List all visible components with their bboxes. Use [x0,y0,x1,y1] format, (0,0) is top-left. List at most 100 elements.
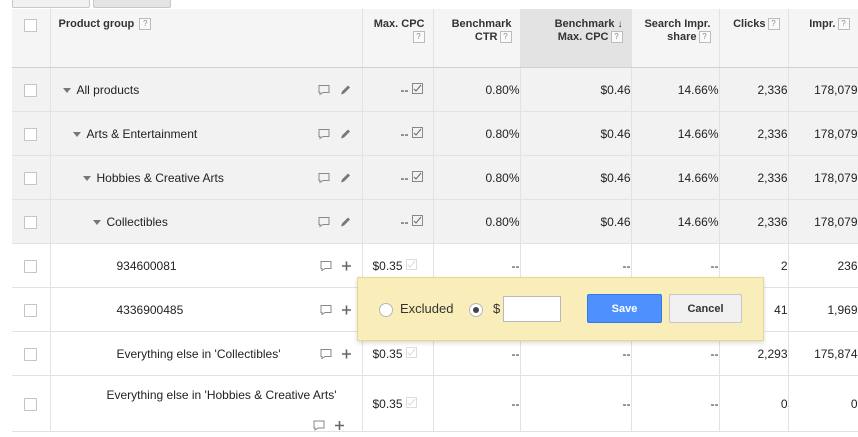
trend-chart-icon[interactable] [411,170,423,185]
help-icon[interactable]: ? [139,18,152,31]
impr-cell: 178,079 [788,67,858,112]
row-checkbox[interactable] [24,397,38,411]
product-group-name[interactable]: Arts & Entertainment [87,127,198,141]
comment-icon[interactable] [313,420,325,431]
comment-icon[interactable] [318,172,330,183]
row-checkbox[interactable] [24,259,38,273]
edit-pencil-icon[interactable] [339,171,352,184]
header-label: Impr. [809,18,836,30]
save-button[interactable]: Save [587,294,662,323]
collapse-triangle-icon[interactable] [72,131,81,137]
excluded-label[interactable]: Excluded [400,301,453,316]
max-cpc-cell[interactable]: $0.35 [362,375,434,432]
comment-icon[interactable] [320,260,332,271]
excluded-radio[interactable] [379,303,393,317]
column-header-impr[interactable]: Impr.? [788,9,858,68]
column-header-product-group[interactable]: Product group ? [50,9,363,68]
trend-chart-icon [405,396,417,411]
product-group-cell: Everything else in 'Collectibles' [50,331,363,376]
toolbar-button[interactable] [12,0,90,8]
product-group-cell: Arts & Entertainment [50,111,363,156]
column-header-max-cpc[interactable]: Max. CPC? [362,9,434,68]
max-cpc-value[interactable]: $0.35 [373,397,403,411]
trend-chart-icon [405,258,417,273]
product-group-name: 4336900485 [116,302,184,317]
benchmark-max-cpc-cell: $0.46 [520,111,632,156]
add-plus-icon[interactable] [341,348,352,359]
toolbar-button[interactable] [93,0,171,8]
impr-cell: 178,079 [788,199,858,244]
add-plus-icon[interactable] [334,420,345,431]
impr-cell: 1,969 [788,287,858,332]
header-label: share [667,31,697,43]
product-group-name[interactable]: Collectibles [107,215,168,229]
comment-icon[interactable] [318,84,330,95]
help-icon[interactable]: ? [698,31,711,44]
row-select [12,375,51,432]
max-cpc-cell: -- [362,199,434,244]
collapse-triangle-icon[interactable] [82,175,91,181]
product-group-name[interactable]: Hobbies & Creative Arts [97,171,224,185]
product-group-cell: All products [50,67,363,112]
max-cpc-cell: -- [362,155,434,200]
row-checkbox[interactable] [24,303,38,317]
add-plus-icon[interactable] [341,304,352,315]
benchmark-max-cpc-cell: $0.46 [520,155,632,200]
bid-amount-input[interactable] [503,296,561,322]
benchmark-ctr-cell: 0.80% [433,199,521,244]
search-impr-share-cell: 14.66% [631,67,720,112]
help-icon[interactable]: ? [610,31,623,44]
row-select [12,331,51,376]
help-icon[interactable]: ? [837,18,850,31]
edit-pencil-icon[interactable] [339,127,352,140]
column-header-search-impr-share[interactable]: Search Impr. share? [631,9,720,68]
add-plus-icon[interactable] [341,260,352,271]
impr-cell: 178,079 [788,111,858,156]
collapse-triangle-icon[interactable] [62,87,71,93]
help-icon[interactable]: ? [499,31,512,44]
edit-pencil-icon[interactable] [339,83,352,96]
column-header-benchmark-max-cpc[interactable]: Benchmark ↓ Max. CPC? [520,9,632,68]
row-checkbox[interactable] [24,347,38,361]
impr-cell: 0 [788,375,858,432]
column-header-benchmark-ctr[interactable]: Benchmark CTR? [433,9,521,68]
max-cpc-value: -- [400,214,409,229]
top-toolbar-edge [0,0,858,9]
edit-pencil-icon[interactable] [339,215,352,228]
select-all-checkbox[interactable] [24,19,38,32]
row-select [12,155,51,200]
clicks-cell: 0 [719,375,789,432]
product-group-name: 934600081 [116,258,177,273]
cancel-button[interactable]: Cancel [669,294,742,323]
search-impr-share-cell: 14.66% [631,199,720,244]
search-impr-share-cell: -- [631,375,720,432]
row-checkbox[interactable] [24,127,38,141]
collapse-triangle-icon[interactable] [92,219,101,225]
comment-icon[interactable] [318,128,330,139]
benchmark-ctr-cell: -- [433,375,521,432]
bid-radio[interactable] [469,303,483,317]
column-header-clicks[interactable]: Clicks? [719,9,789,68]
product-group-name[interactable]: All products [77,83,140,97]
table-row: Everything else in 'Hobbies & Creative A… [12,375,858,432]
help-icon[interactable]: ? [767,18,780,31]
product-group-cell: 4336900485 [50,287,363,332]
trend-chart-icon[interactable] [411,126,423,141]
comment-icon[interactable] [318,216,330,227]
comment-icon[interactable] [320,348,332,359]
header-label: Benchmark [451,18,512,30]
product-group-name: Everything else in 'Hobbies & Creative A… [106,388,337,402]
clicks-cell: 2,336 [719,67,789,112]
help-icon[interactable]: ? [412,31,425,44]
trend-chart-icon[interactable] [411,214,423,229]
benchmark-max-cpc-cell: $0.46 [520,199,632,244]
product-group-cell: Hobbies & Creative Arts [50,155,363,200]
row-checkbox[interactable] [24,215,38,229]
row-checkbox[interactable] [24,83,38,97]
row-checkbox[interactable] [24,171,38,185]
max-cpc-value[interactable]: $0.35 [373,347,403,361]
comment-icon[interactable] [320,304,332,315]
trend-chart-icon[interactable] [411,82,423,97]
impr-cell: 178,079 [788,155,858,200]
max-cpc-value[interactable]: $0.35 [373,259,403,273]
